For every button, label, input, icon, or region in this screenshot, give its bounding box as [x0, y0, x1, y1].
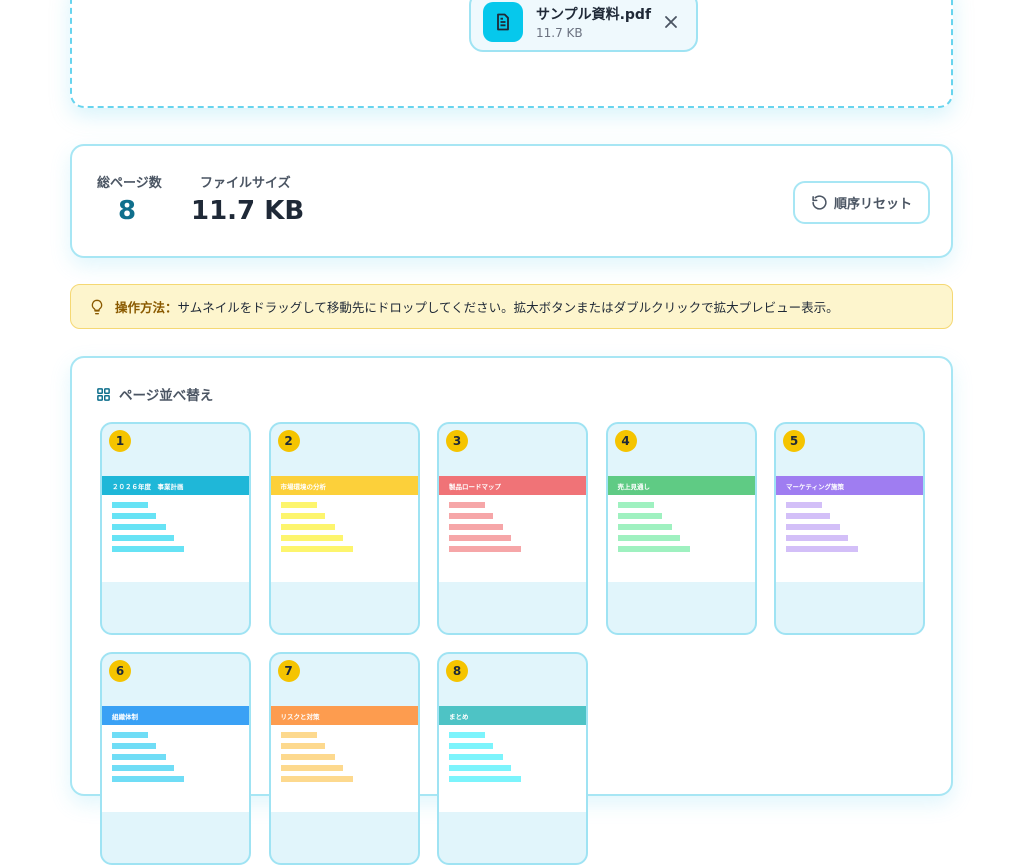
page-preview-bar: [280, 776, 353, 782]
page-preview-bar: [280, 732, 317, 738]
instructions-banner: 操作方法： サムネイルをドラッグして移動先にドロップしてください。拡大ボタンまた…: [70, 284, 953, 329]
page-thumbnail[interactable]: 5 マーケティング施策: [774, 422, 925, 635]
file-size: 11.7 KB: [536, 26, 583, 40]
page-preview-bar: [449, 502, 485, 508]
page-preview-bar: [280, 765, 343, 771]
page-preview-bar: [112, 546, 184, 552]
page-preview-bar: [449, 535, 511, 541]
page-preview-bar: [786, 535, 848, 541]
page-preview-bar: [617, 513, 662, 519]
page-preview-bar: [617, 535, 680, 541]
remove-file-button[interactable]: [661, 12, 681, 32]
page-preview: ２０２６年度 事業計画: [102, 476, 249, 582]
page-preview: 市場環境の分析: [270, 476, 418, 582]
page-preview-bar: [617, 546, 690, 552]
page-number-badge: 2: [277, 430, 300, 452]
page-preview-bar: [786, 502, 822, 508]
page-preview-bar: [617, 524, 672, 530]
page-preview-bar: [449, 765, 511, 771]
page-preview-title: マーケティング施策: [776, 476, 923, 495]
page-number-badge: 8: [446, 660, 468, 682]
page-preview-bar: [112, 524, 166, 530]
page-preview-bar: [112, 743, 156, 749]
page-preview-bar: [786, 546, 858, 552]
page-preview-bar: [112, 513, 156, 519]
page-preview-bar: [786, 513, 830, 519]
page-preview-bar: [280, 546, 353, 552]
total-pages-label: 総ページ数: [97, 176, 162, 191]
page-number-badge: 7: [277, 660, 300, 682]
page-preview-bar: [280, 743, 325, 749]
instructions-heading: 操作方法：: [115, 300, 178, 315]
file-size-label: ファイルサイズ: [200, 176, 291, 191]
selected-file-chip: サンプル資料.pdf 11.7 KB: [469, 0, 698, 52]
page-preview-bar: [449, 776, 521, 782]
page-preview-title: リスクと対策: [270, 706, 418, 725]
panel-title: ページ並べ替え: [96, 384, 213, 404]
file-name: サンプル資料.pdf: [536, 7, 652, 23]
page-thumbnail[interactable]: 4 売上見通し: [605, 422, 757, 635]
page-reorder-panel: ページ並べ替え 1 ２０２６年度 事業計画 2 市場環境の分析 3 製品ロードマップ 4 売上…: [70, 356, 953, 865]
page-number-badge: 1: [109, 430, 131, 452]
page-preview: 製品ロードマップ: [439, 476, 586, 582]
page-preview-title: 製品ロードマップ: [439, 476, 586, 495]
page-preview-bar: [280, 754, 335, 760]
reset-order-button[interactable]: 順序リセット: [793, 181, 930, 224]
page-preview-bar: [617, 502, 654, 508]
panel-title-label: ページ並べ替え: [119, 388, 214, 404]
page-thumbnail[interactable]: 8 まとめ: [437, 652, 588, 865]
instructions-text: サムネイルをドラッグして移動先にドロップしてください。拡大ボタンまたはダブルクリ…: [177, 300, 839, 315]
document-icon: [483, 2, 523, 42]
page-preview: 組織体制: [102, 706, 249, 812]
page-thumbnail[interactable]: 1 ２０２６年度 事業計画: [100, 422, 251, 635]
total-pages-value: 8: [118, 196, 137, 226]
page-preview: マーケティング施策: [776, 476, 923, 582]
page-preview-bar: [449, 743, 493, 749]
page-preview: 売上見通し: [607, 476, 755, 582]
stats-card: 総ページ数 8 ファイルサイズ 11.7 KB 順序リセット: [70, 144, 953, 258]
page-preview-title: 組織体制: [102, 706, 249, 725]
page-preview-title: ２０２６年度 事業計画: [102, 476, 249, 495]
page-number-badge: 5: [783, 430, 805, 452]
grid-icon: [97, 387, 110, 401]
page-preview: まとめ: [439, 706, 586, 812]
file-size-value: 11.7 KB: [191, 196, 305, 226]
reset-order-label: 順序リセット: [833, 197, 912, 212]
page-thumbnail[interactable]: 6 組織体制: [100, 652, 251, 865]
close-icon: [665, 16, 677, 28]
page-preview-bar: [449, 513, 493, 519]
page-preview-bar: [112, 776, 184, 782]
page-preview-bar: [280, 535, 343, 541]
page-preview-bar: [280, 502, 317, 508]
page-number-badge: 4: [614, 430, 637, 452]
page-number-badge: 6: [109, 660, 131, 682]
page-preview-bar: [449, 732, 485, 738]
page-preview-title: まとめ: [439, 706, 586, 725]
page-preview-title: 売上見通し: [607, 476, 755, 495]
page-preview-bar: [112, 732, 148, 738]
upload-dropzone[interactable]: サンプル資料.pdf 11.7 KB: [70, 0, 953, 108]
page-preview-bar: [449, 546, 521, 552]
page-preview-bar: [449, 754, 503, 760]
page-preview-bar: [280, 524, 335, 530]
page-number-badge: 3: [446, 430, 468, 452]
page-preview-bar: [786, 524, 840, 530]
page-thumbnail[interactable]: 7 リスクと対策: [268, 652, 420, 865]
page-thumbnail[interactable]: 2 市場環境の分析: [268, 422, 420, 635]
page-thumbnail[interactable]: 3 製品ロードマップ: [437, 422, 588, 635]
lightbulb-icon: [91, 299, 103, 314]
page-preview-title: 市場環境の分析: [270, 476, 418, 495]
page-preview-bar: [449, 524, 503, 530]
rotate-ccw-icon: [812, 195, 827, 210]
page-preview-bar: [112, 535, 174, 541]
page-preview-bar: [280, 513, 325, 519]
page-preview-bar: [112, 765, 174, 771]
page-preview-bar: [112, 502, 148, 508]
page-preview-bar: [112, 754, 166, 760]
page-preview: リスクと対策: [270, 706, 418, 812]
